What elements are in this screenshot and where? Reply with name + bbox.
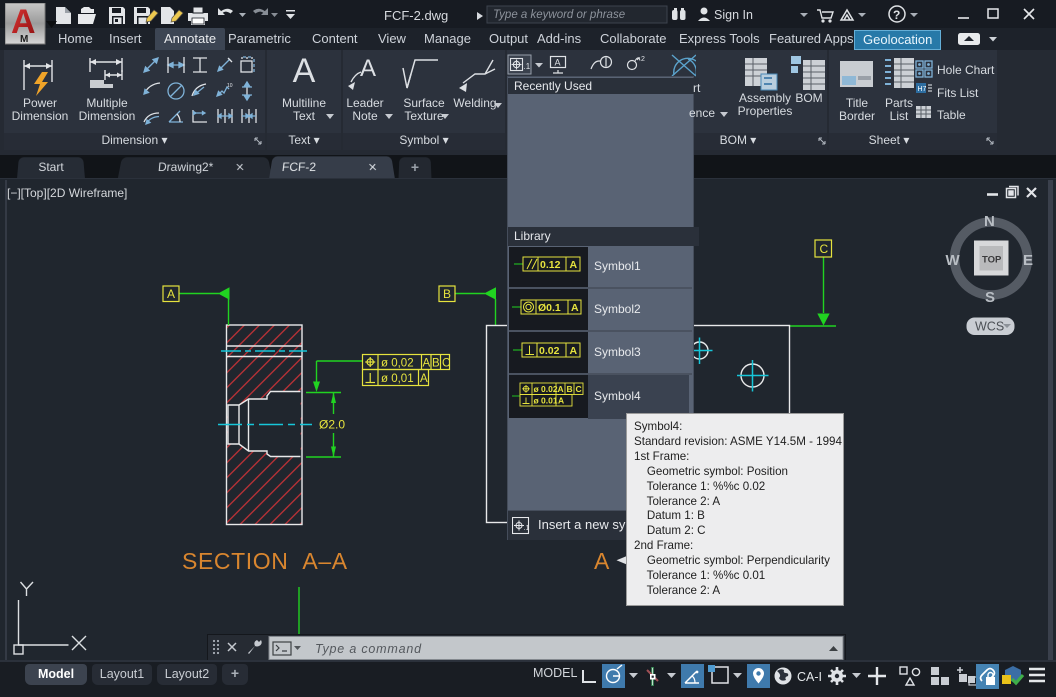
svg-text:A: A (570, 345, 578, 357)
svg-text:B: B (567, 384, 573, 394)
svg-text:0.12: 0.12 (540, 259, 561, 271)
svg-text:.1: .1 (524, 525, 530, 532)
svg-text:M: M (20, 34, 28, 45)
svg-text:WCS: WCS (975, 320, 1004, 334)
svg-text:[−][Top][2D Wireframe]: [−][Top][2D Wireframe] (7, 186, 127, 200)
svg-text:10: 10 (227, 83, 233, 89)
svg-text:E: E (1023, 252, 1033, 269)
svg-text:A: A (555, 58, 561, 68)
svg-text:C: C (442, 358, 450, 370)
svg-text:B: B (443, 287, 451, 301)
svg-text:Ø0.1: Ø0.1 (538, 302, 561, 314)
svg-text:ø 0,02: ø 0,02 (381, 358, 414, 370)
svg-text:?: ? (893, 8, 900, 22)
svg-text:A: A (558, 384, 564, 394)
svg-text:2: 2 (641, 56, 645, 63)
svg-text:ø 0.01: ø 0.01 (534, 396, 558, 406)
svg-text:Type a keyword or phrase: Type a keyword or phrase (493, 9, 625, 21)
svg-text:A: A (570, 259, 578, 271)
svg-text:N: N (984, 213, 995, 230)
svg-text:H7: H7 (918, 86, 927, 93)
svg-text:A: A (420, 373, 428, 385)
svg-text:SECTION A–A: SECTION A–A (182, 548, 348, 574)
svg-text:A: A (594, 548, 610, 574)
svg-text:W: W (946, 252, 961, 269)
svg-text:Ø2.0: Ø2.0 (319, 418, 345, 432)
svg-text:.1: .1 (524, 62, 531, 71)
svg-text:0.02: 0.02 (539, 345, 560, 357)
svg-text:S: S (985, 289, 995, 306)
svg-text:CA-I: CA-I (797, 670, 822, 684)
svg-text:C: C (576, 384, 582, 394)
svg-text:TOP: TOP (982, 255, 1002, 266)
svg-text:C: C (820, 242, 829, 256)
svg-text:B: B (432, 358, 440, 370)
svg-text:ø 0.02: ø 0.02 (534, 384, 558, 394)
svg-text:A: A (360, 55, 376, 82)
svg-text:A: A (571, 302, 579, 314)
svg-text:ø 0,01: ø 0,01 (381, 373, 414, 385)
svg-text:Type a command: Type a command (315, 642, 422, 656)
svg-text:FCF-2.dwg: FCF-2.dwg (384, 8, 448, 23)
svg-text:A: A (558, 396, 564, 406)
svg-text:A: A (423, 358, 431, 370)
svg-text:Sign In: Sign In (714, 8, 753, 22)
svg-text:A: A (167, 287, 175, 301)
